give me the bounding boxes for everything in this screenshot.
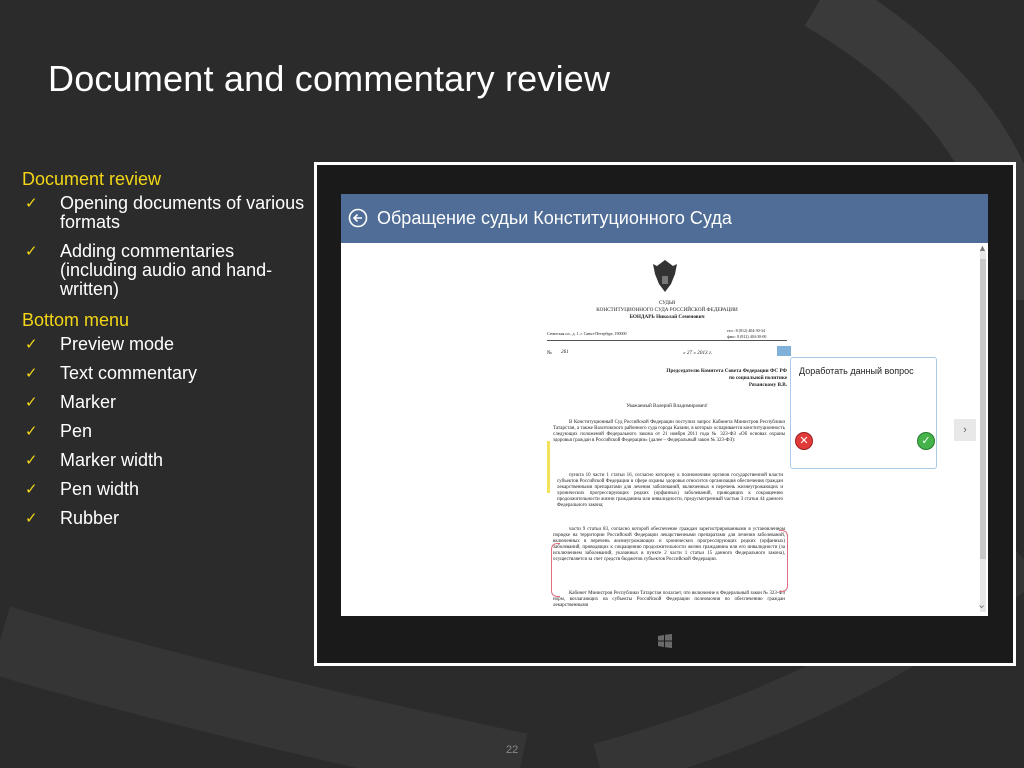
- bullet-item: ✓ Text commentary: [25, 363, 198, 383]
- doc-addressee-2: по социальной политике: [728, 375, 787, 381]
- app-header: Обращение судьи Конституционного Суда: [341, 194, 988, 243]
- scroll-thumb[interactable]: [980, 259, 986, 559]
- section-heading-bottom-menu: Bottom menu: [22, 310, 130, 330]
- doc-number-value: 261: [561, 349, 569, 355]
- bullet-item: ✓ Marker width: [25, 450, 164, 470]
- document-title: Обращение судьи Конституционного Суда: [377, 208, 732, 228]
- bullet-item: ✓ Adding commentaries (including audio an…: [25, 241, 273, 299]
- checkmark-icon: ✓: [25, 481, 38, 498]
- doc-header-2: КОНСТИТУЦИОННОГО СУДА РОССИЙСКОЙ ФЕДЕРАЦ…: [596, 307, 738, 313]
- coat-of-arms-emblem: [653, 260, 677, 292]
- doc-addressee-1: Председателю Комитета Совета Федерации Ф…: [666, 368, 787, 374]
- checkmark-icon: ✓: [25, 365, 38, 382]
- comment-text[interactable]: Доработать данный вопрос: [799, 366, 914, 376]
- checkmark-icon: ✓: [25, 394, 38, 411]
- doc-address: Сенатская пл., д. 1, г. Санкт-Петербург,…: [547, 331, 627, 336]
- pen-annotation-left: [551, 543, 560, 597]
- doc-header-3: БОНДАРЬ Николай Семенович: [629, 314, 705, 320]
- comment-popup: Доработать данный вопрос ✕ ✓: [790, 357, 937, 469]
- chevron-right-icon[interactable]: ›: [954, 419, 976, 441]
- close-circle-icon[interactable]: ✕: [795, 432, 813, 450]
- bullet-item: ✓ Preview mode: [25, 334, 175, 354]
- feature-outline: Document review ✓ Opening documents of va…: [22, 168, 312, 538]
- doc-paragraph-4: Кабинет Министров Республики Татарстан п…: [553, 591, 785, 608]
- back-arrow-icon[interactable]: [348, 208, 368, 228]
- bullet-item: ✓ Rubber: [25, 508, 120, 528]
- doc-paragraph-3: части 9 статьи 83, согласно которой обес…: [553, 527, 785, 562]
- checkmark-icon: ✓: [25, 195, 38, 212]
- bullet-item: ✓ Pen: [25, 421, 93, 441]
- pen-annotation-right: [779, 530, 788, 592]
- checkmark-icon: ✓: [25, 452, 38, 469]
- checkmark-icon: ✓: [25, 423, 38, 440]
- bullet-item: ✓ Marker: [25, 392, 117, 412]
- vertical-scrollbar[interactable]: [980, 251, 986, 612]
- doc-date: « 27 » 2013 г.: [683, 350, 713, 356]
- windows-logo-icon[interactable]: [657, 633, 673, 649]
- doc-header-1: СУДЬЯ: [658, 300, 676, 306]
- slide-title: Document and commentary review: [48, 58, 611, 99]
- doc-greeting: Уважаемый Валерий Владимирович!: [626, 403, 708, 409]
- app-screen: Обращение судьи Конституционного Суда ▲ …: [341, 194, 988, 616]
- doc-paragraph-1: В Конституционный Суд Российской Федерац…: [553, 420, 785, 443]
- section-heading-document-review: Document review: [22, 169, 162, 189]
- checkmark-icon: ✓: [25, 336, 38, 353]
- comment-pin[interactable]: [777, 346, 791, 356]
- check-circle-icon[interactable]: ✓: [917, 432, 935, 450]
- doc-addressee-3: Рязанскому В.В.: [748, 382, 787, 388]
- checkmark-icon: ✓: [25, 243, 38, 260]
- checkmark-icon: ✓: [25, 510, 38, 527]
- marker-highlight: [547, 441, 550, 493]
- slide-page-number: 22: [506, 744, 519, 756]
- bullet-item: ✓ Pen width: [25, 479, 140, 499]
- bullet-item: ✓ Opening documents of various formats: [25, 193, 305, 232]
- scroll-down-icon[interactable]: ⌄: [977, 598, 986, 611]
- doc-divider: [547, 340, 787, 341]
- doc-paragraph-2: пункта 10 части 1 статьи 16, согласно ко…: [557, 473, 783, 508]
- doc-number-label: №: [547, 350, 552, 356]
